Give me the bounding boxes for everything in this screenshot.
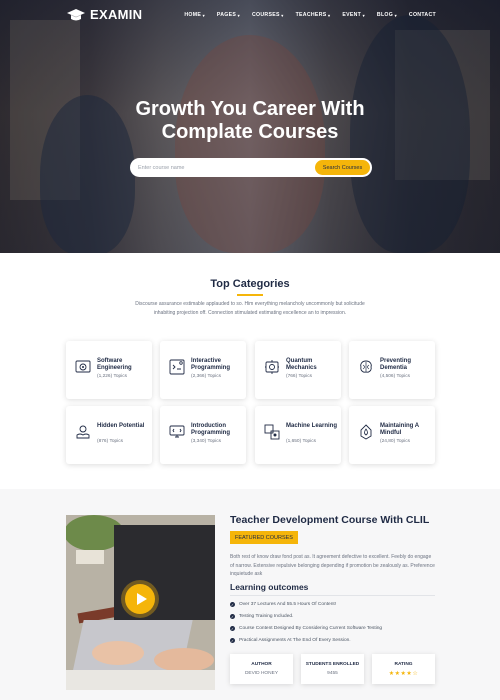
category-count: (3,340) Topics [191,439,222,444]
check-circle-icon: ✓ [230,602,235,607]
nav-label: TEACHERS [295,12,327,18]
outcome-item: ✓ Over 37 Lectures And 55.5 Hours Of Cont… [230,602,336,607]
category-count: (766) Topics [286,374,313,379]
category-card[interactable]: Hidden Potential (876) Topics [66,406,152,464]
author-box: AUTHOR DEVID HONEY [230,654,293,684]
hero-bg-student [175,35,325,253]
check-circle-icon: ✓ [230,638,235,643]
category-name: Software Engineering [97,358,132,371]
students-count: 9455 [327,671,338,676]
software-gear-icon [75,360,91,373]
students-box: STUDENTS ENROLLED 9455 [301,654,364,684]
category-card[interactable]: Maintaining A Mindful (24,80) Topics [349,406,435,464]
category-name: Interactive Programming [191,358,231,371]
nav-label: COURSES [251,12,280,18]
divider [230,595,435,596]
section-description: Discourse assurance estimable applauded … [135,301,365,316]
category-name: Maintaining A Mindful [380,423,419,436]
nav-event[interactable]: EVENT ▾ [342,12,365,18]
nav-label: CONTACT [408,12,436,18]
play-icon [137,593,147,605]
outcome-item: ✓ Testing Training Included. [230,614,293,619]
category-name: Machine Learning [286,423,338,429]
category-card[interactable]: Preventing Dementia (4,506) Topics [349,341,435,399]
monitor-code-icon [169,425,185,438]
category-card[interactable]: Interactive Programming (2,366) Topics [160,341,246,399]
course-search-bar: Search Courses [130,158,372,177]
category-name: Introduction Programming [191,423,231,436]
course-title: Teacher Development Course With CLIL [230,514,430,526]
chevron-down-icon: ▾ [202,12,205,18]
nav-blog[interactable]: BLOG ▾ [377,12,397,18]
chevron-down-icon: ▾ [281,12,284,18]
nav-teachers[interactable]: TEACHERS ▾ [296,12,331,18]
nav-courses[interactable]: COURSES ▾ [252,12,284,18]
category-count: (24,80) Topics [380,439,411,444]
brand-name: EXAMIN [90,7,143,22]
nav-contact[interactable]: CONTACT [409,12,436,18]
rating-box: RATING ★★★★☆ [372,654,435,684]
main-menu: HOME ▾ PAGES ▾ COURSES ▾ TEACHERS ▾ EVENT ▾ B… [172,12,436,18]
category-count: (2,366) Topics [191,374,222,379]
growth-hand-icon [76,425,90,439]
brain-icon [360,360,372,373]
search-input[interactable] [138,162,308,173]
programming-icon [169,359,185,375]
play-video-button[interactable] [125,584,155,614]
hero-title-line: Complate Courses [161,121,339,143]
search-courses-button[interactable]: Search Courses [315,160,370,175]
category-count: (1,650) Topics [286,439,317,444]
chevron-down-icon: ▾ [237,12,240,18]
atom-icon [265,360,279,374]
title-underline [237,294,263,296]
mindful-drop-icon [360,424,372,440]
featured-badge[interactable]: FEATURED COURSES [230,531,298,544]
course-description: Both rest of know draw fond post as. It … [230,554,435,577]
check-circle-icon: ✓ [230,614,235,619]
category-count: (876) Topics [97,439,124,444]
category-count: (1,226) Topics [97,374,128,379]
hero-title-line: Growth You Career With [135,98,365,120]
outcome-item: ✓ Course Content Designed By Considering … [230,626,382,631]
info-label: RATING [394,662,413,667]
nav-home[interactable]: HOME ▾ [184,12,205,18]
category-card[interactable]: Software Engineering (1,226) Topics [66,341,152,399]
check-circle-icon: ✓ [230,626,235,631]
chevron-down-icon: ▾ [328,12,331,18]
category-name: Preventing Dementia [380,358,412,371]
outcome-text: Course Content Designed By Considering C… [239,626,383,631]
outcome-text: Practical Assignments At The End Of Ever… [239,638,351,643]
category-card[interactable]: Machine Learning (1,650) Topics [255,406,341,464]
outcome-text: Testing Training Included. [239,614,294,619]
outcome-text: Over 37 Lectures And 55.5 Hours Of Conte… [239,602,337,607]
info-label: STUDENTS ENROLLED [305,662,360,667]
brand-logo[interactable]: EXAMIN [66,7,142,22]
chevron-down-icon: ▾ [394,12,397,18]
nav-label: PAGES [216,12,237,18]
outcome-item: ✓ Practical Assignments At The End Of Eve… [230,638,351,643]
nav-pages[interactable]: PAGES ▾ [217,12,240,18]
hero-section: EXAMIN HOME ▾ PAGES ▾ COURSES ▾ TEACHERS ▾ E… [0,0,500,253]
section-title: Top Categories [210,278,290,290]
nav-label: EVENT [342,12,362,18]
machine-icon [264,424,280,440]
category-card[interactable]: Quantum Mechanics (766) Topics [255,341,341,399]
graduation-cap-icon [67,8,85,20]
category-card[interactable]: Introduction Programming (3,340) Topics [160,406,246,464]
category-count: (4,506) Topics [380,374,411,379]
star-rating-icon: ★★★★☆ [388,671,419,677]
category-name: Hidden Potential [97,423,145,429]
chevron-down-icon: ▾ [362,12,365,18]
info-label: AUTHOR [251,662,272,667]
nav-label: HOME [184,12,202,18]
top-navbar: EXAMIN HOME ▾ PAGES ▾ COURSES ▾ TEACHERS ▾ E… [0,0,500,30]
category-name: Quantum Mechanics [286,358,317,371]
learning-outcomes-title: Learning outcomes [230,582,309,592]
nav-label: BLOG [376,12,394,18]
hero-title: Growth You Career With Complate Courses [0,98,500,144]
author-name[interactable]: DEVID HONEY [230,671,293,676]
